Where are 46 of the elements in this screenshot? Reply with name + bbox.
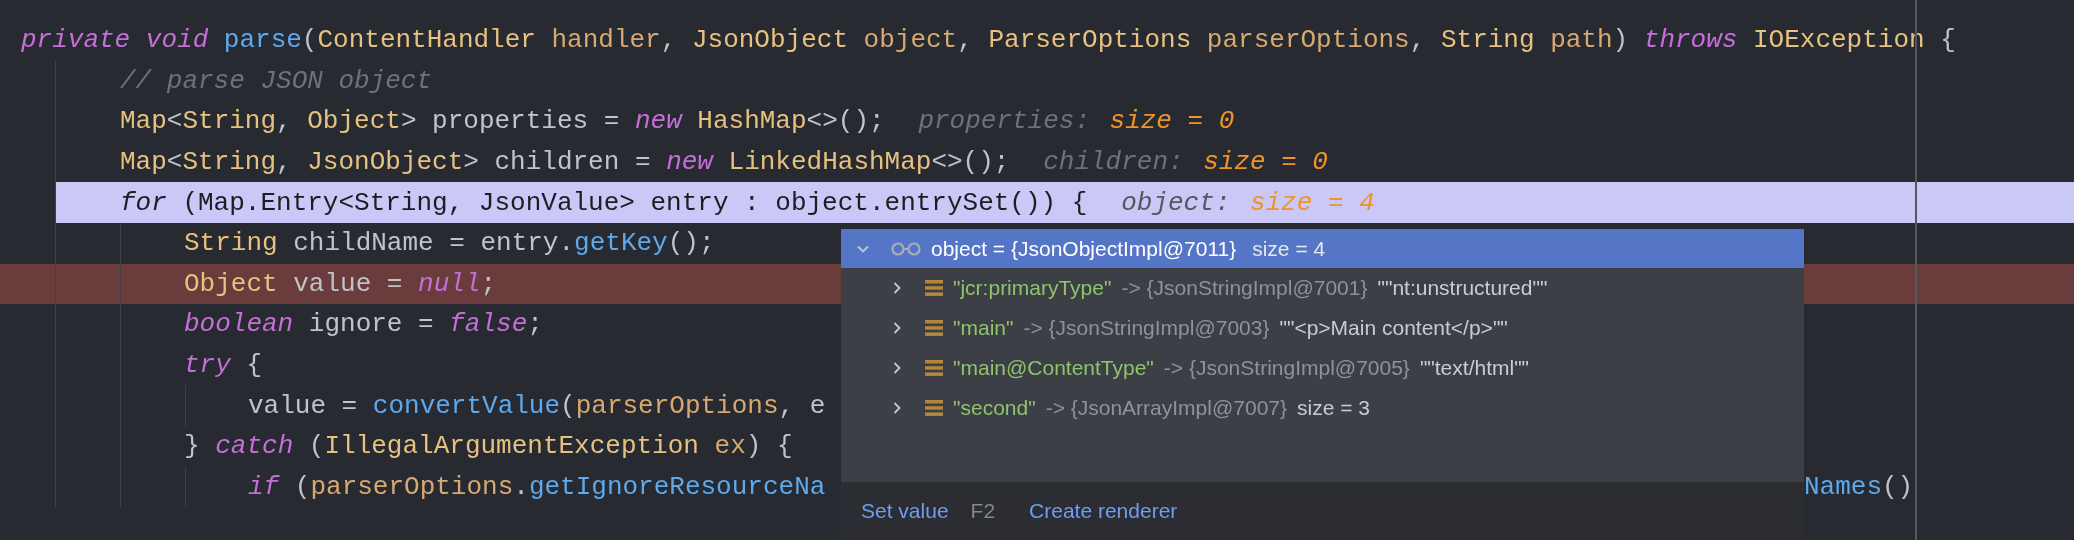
- code-line: // parse JSON object: [120, 65, 433, 96]
- code-line: if (parserOptions.getIgnoreResourceNa: [248, 471, 826, 502]
- action-link[interactable]: Create renderer: [1029, 499, 1178, 523]
- code-line: Names(): [1804, 471, 1914, 502]
- object-reference: -> {JsonStringImpl@7005}: [1163, 356, 1410, 380]
- object-reference: -> {JsonStringImpl@7003}: [1023, 316, 1270, 340]
- field-icon: [925, 319, 943, 337]
- field-icon: [925, 399, 943, 417]
- tree-row[interactable]: "jcr:primaryType" -> {JsonStringImpl@7001} ""nt:unstructured"": [841, 268, 1804, 308]
- field-value: ""text/html"": [1419, 356, 1530, 380]
- code-line: String childName = entry.getKey();: [184, 228, 715, 259]
- field-icon: [925, 279, 943, 297]
- code-line: private void parse(ContentHandler handler, JsonObject object, ParserOptions parserOptions, String path) throws IOException {: [21, 25, 1956, 56]
- object-reference: -> {JsonArrayImpl@7007}: [1045, 396, 1287, 420]
- tree-row[interactable]: object = {JsonObjectImpl@7011} size = 4: [841, 229, 1804, 268]
- tree-row[interactable]: "second" -> {JsonArrayImpl@7007} size = 3: [841, 388, 1804, 428]
- shortcut-label: F2: [970, 499, 996, 523]
- code-line: for (Map.Entry<String, JsonValue> entry : object.entrySet()) {: [120, 187, 1088, 218]
- code-line: Map<String, Object> properties = new HashMap<>();: [120, 106, 885, 137]
- field-icon: [925, 359, 943, 377]
- tree-row[interactable]: "main" -> {JsonStringImpl@7003} ""<p>Main content</p>"": [841, 308, 1804, 348]
- code-line: try {: [184, 350, 263, 381]
- field-value: size = 3: [1297, 396, 1370, 420]
- tree-row[interactable]: "main@ContentType" -> {JsonStringImpl@7005} ""text/html"": [841, 348, 1804, 388]
- field-key: "main": [953, 316, 1014, 340]
- glasses-icon: [891, 241, 921, 256]
- code-line: } catch (IllegalArgumentException ex) {: [184, 431, 793, 462]
- code-line: Object value = null;: [184, 268, 497, 299]
- field-key: "main@ContentType": [953, 356, 1154, 380]
- action-link[interactable]: Set value: [861, 499, 949, 523]
- hint-value: size = 0: [1109, 106, 1235, 137]
- field-key: "jcr:primaryType": [953, 276, 1112, 300]
- hint-label: children:: [1043, 147, 1184, 178]
- field-value: ""nt:unstructured"": [1377, 276, 1548, 300]
- field-key: "second": [953, 396, 1036, 420]
- variable-label: object = {JsonObjectImpl@7011}: [931, 236, 1237, 261]
- object-reference: -> {JsonStringImpl@7001}: [1121, 276, 1368, 300]
- hint-label: properties:: [918, 106, 1091, 137]
- hint-value: size = 4: [1249, 187, 1375, 218]
- field-value: ""<p>Main content</p>"": [1279, 316, 1508, 340]
- code-line: Map<String, JsonObject> children = new LinkedHashMap<>();: [120, 147, 1010, 178]
- hint-label: object:: [1121, 187, 1231, 218]
- size-label: size = 4: [1252, 236, 1326, 261]
- code-line: value = convertValue(parserOptions, e: [248, 390, 826, 421]
- hint-value: size = 0: [1203, 147, 1328, 178]
- code-line: boolean ignore = false;: [184, 309, 543, 340]
